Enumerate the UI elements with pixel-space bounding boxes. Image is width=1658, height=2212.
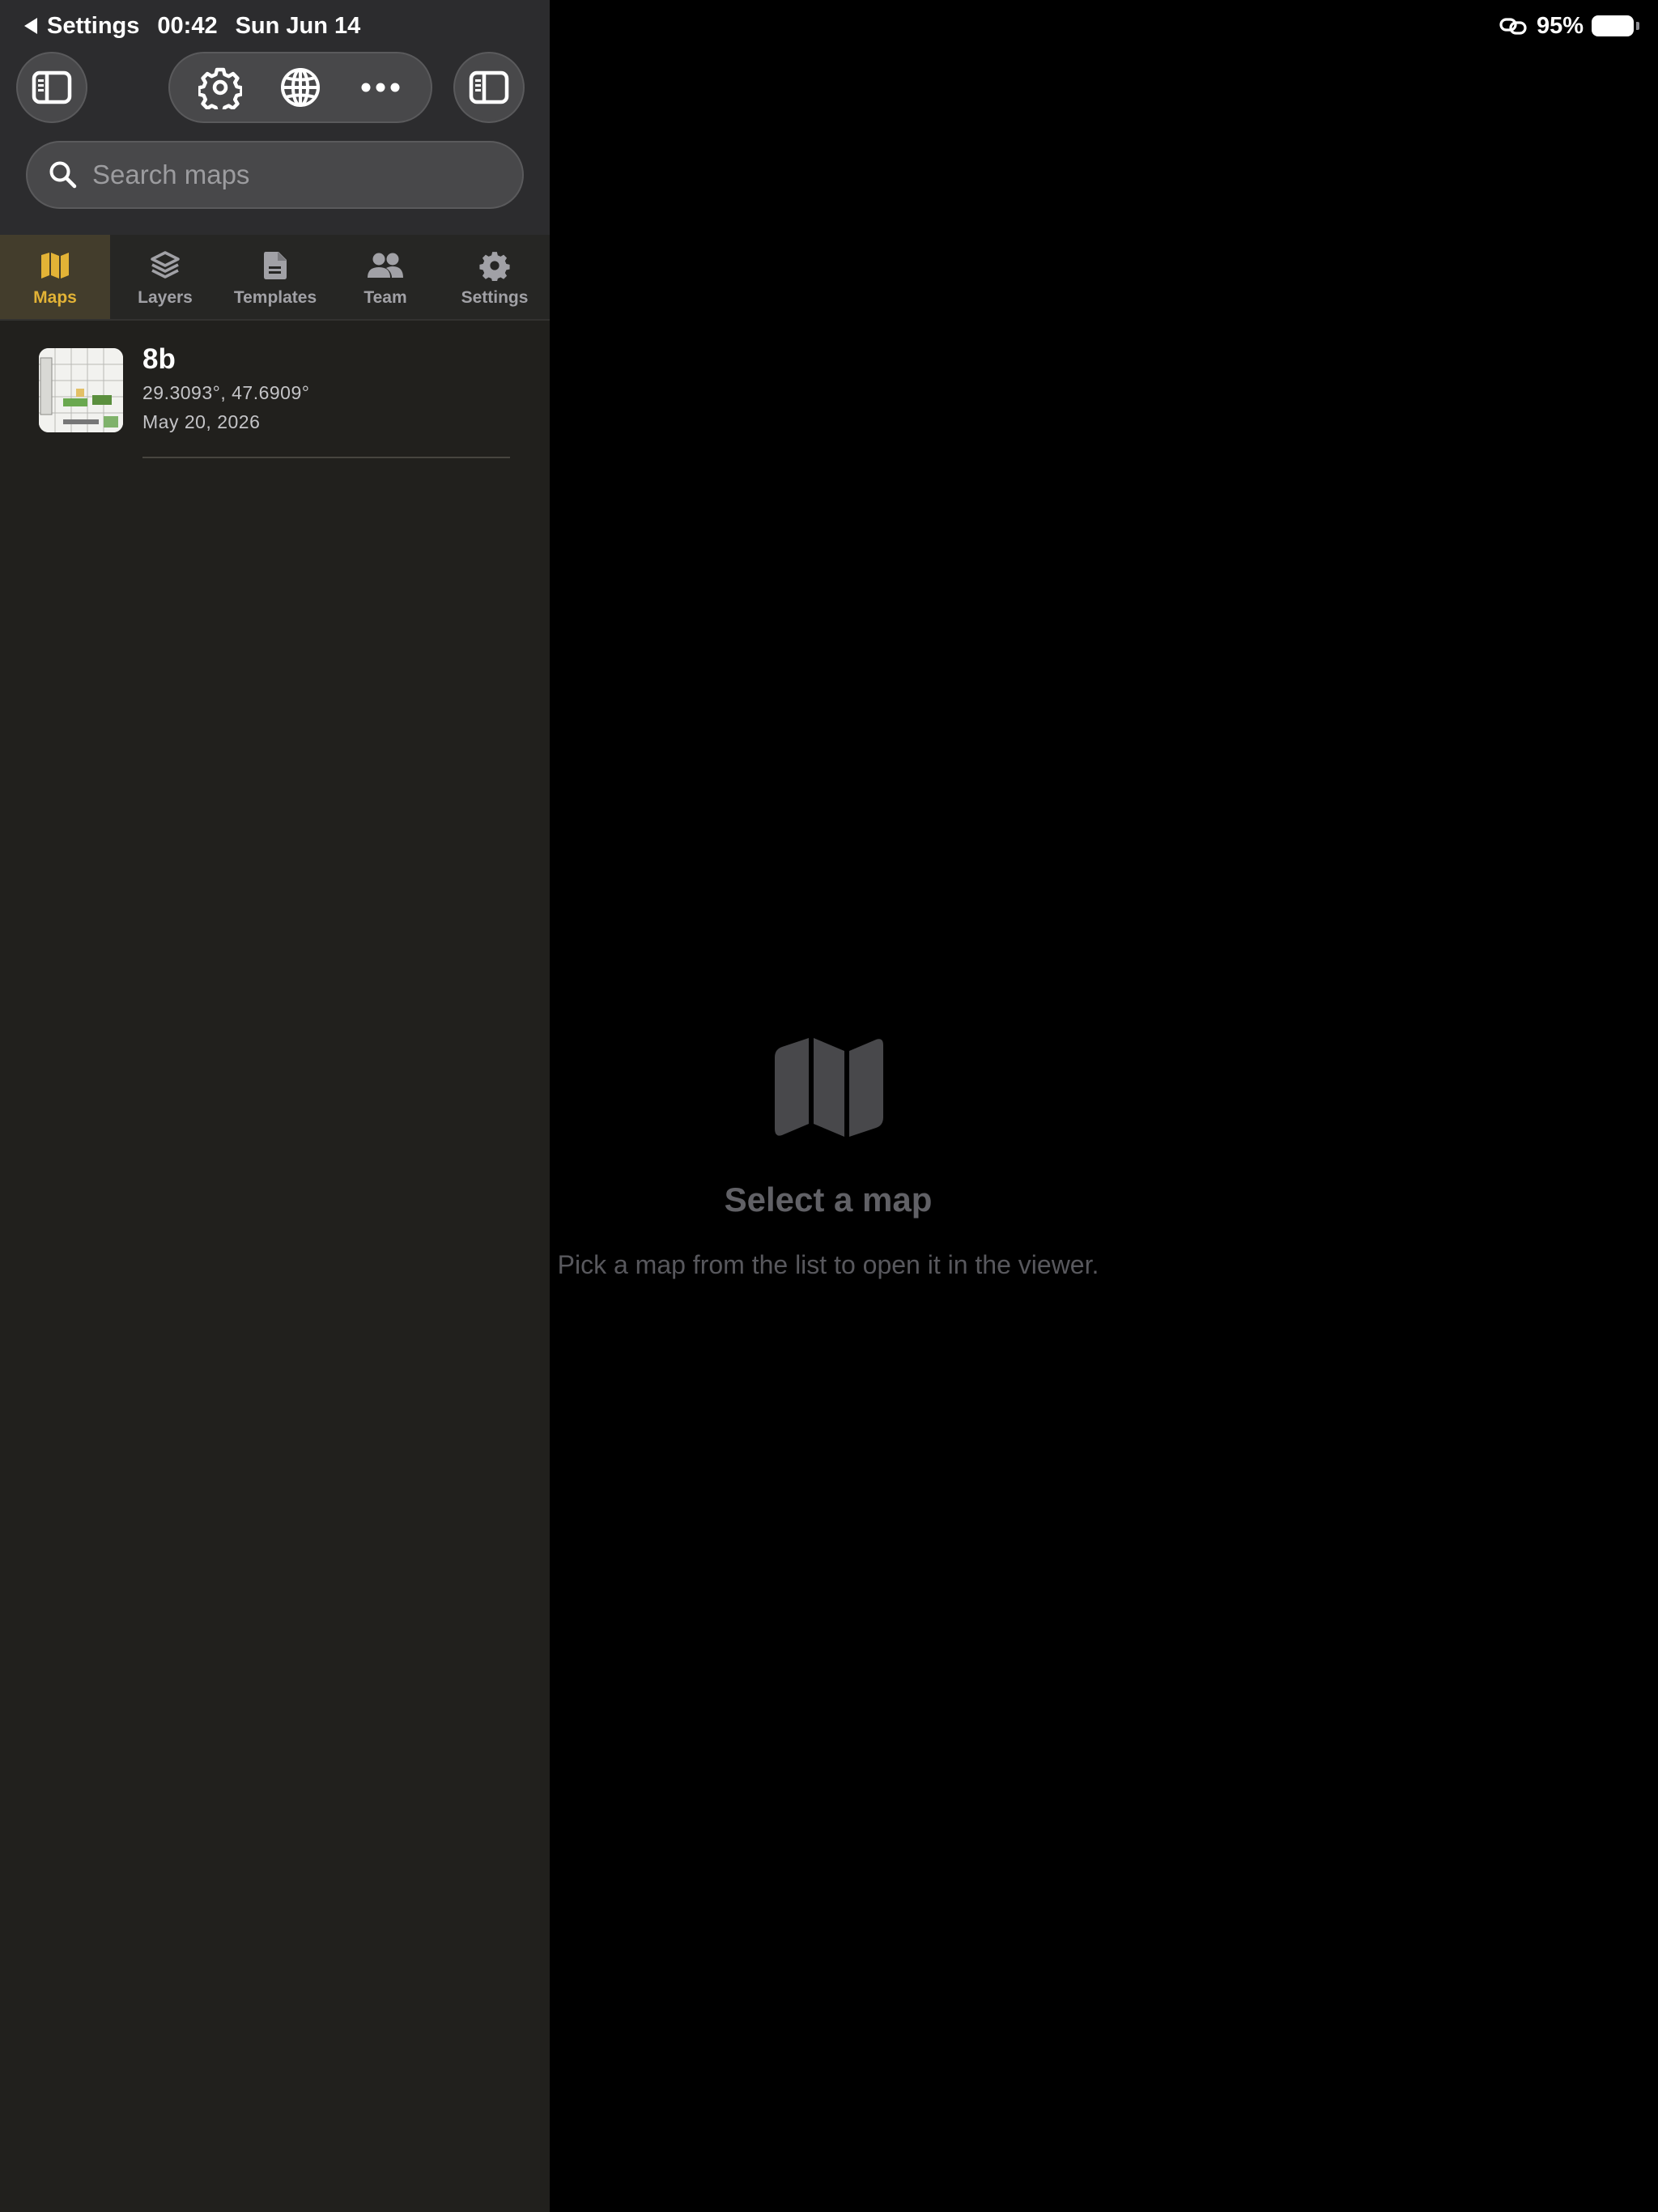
link-icon — [1499, 18, 1527, 35]
gear-icon — [198, 67, 242, 109]
tab-settings[interactable]: Settings — [440, 235, 550, 319]
gear-icon — [479, 249, 510, 282]
back-to-settings-link[interactable]: Settings — [47, 13, 139, 40]
tab-label: Layers — [138, 288, 193, 307]
battery-percentage: 95% — [1536, 12, 1584, 39]
map-name: 8b — [142, 343, 176, 375]
settings-button[interactable] — [192, 59, 249, 116]
document-icon — [263, 249, 287, 282]
sidebar-icon — [32, 70, 72, 104]
sidebar-icon — [469, 70, 509, 104]
status-date: Sun Jun 14 — [235, 12, 361, 39]
tab-label: Team — [363, 288, 407, 307]
back-arrow-icon[interactable] — [24, 18, 37, 34]
map-icon — [40, 249, 70, 282]
toolbar-pill — [168, 52, 432, 123]
tab-label: Settings — [461, 288, 529, 307]
map-thumbnail — [39, 348, 123, 432]
status-bar-left: Settings 00:42 Sun Jun 14 — [24, 11, 360, 40]
toggle-inspector-button[interactable] — [453, 52, 525, 123]
tab-templates[interactable]: Templates — [220, 235, 330, 319]
toggle-sidebar-button[interactable] — [16, 52, 87, 123]
empty-state-subtitle: Pick a map from the list to open it in t… — [557, 1250, 1099, 1279]
status-bar-right: 95% — [1499, 11, 1639, 40]
more-button[interactable] — [352, 59, 409, 116]
search-bar[interactable] — [26, 141, 524, 209]
people-icon — [367, 249, 404, 282]
tab-layers[interactable]: Layers — [110, 235, 220, 319]
search-icon — [49, 161, 77, 189]
tab-label: Templates — [233, 288, 317, 307]
divider — [142, 457, 510, 458]
list-item[interactable]: 8b 29.3093°, 47.6909° May 20, 2026 — [0, 340, 550, 462]
tab-label: Maps — [33, 288, 77, 307]
status-time: 00:42 — [157, 12, 218, 39]
map-coordinates: 29.3093°, 47.6909° — [142, 382, 310, 403]
ellipsis-icon — [361, 83, 400, 92]
empty-state: Select a map Pick a map from the list to… — [550, 1004, 1658, 1328]
globe-button[interactable] — [272, 59, 329, 116]
sidebar: Settings 00:42 Sun Jun 14 Search maps Ma… — [0, 0, 550, 2212]
map-date: May 20, 2026 — [142, 411, 261, 432]
battery-icon — [1592, 15, 1639, 36]
tab-maps[interactable]: Maps — [0, 235, 110, 319]
map-icon — [775, 1038, 883, 1137]
tab-team[interactable]: Team — [330, 235, 440, 319]
search-input[interactable] — [92, 160, 513, 190]
empty-state-title: Select a map — [724, 1180, 933, 1219]
layers-icon — [150, 249, 181, 282]
globe-icon — [280, 68, 320, 107]
